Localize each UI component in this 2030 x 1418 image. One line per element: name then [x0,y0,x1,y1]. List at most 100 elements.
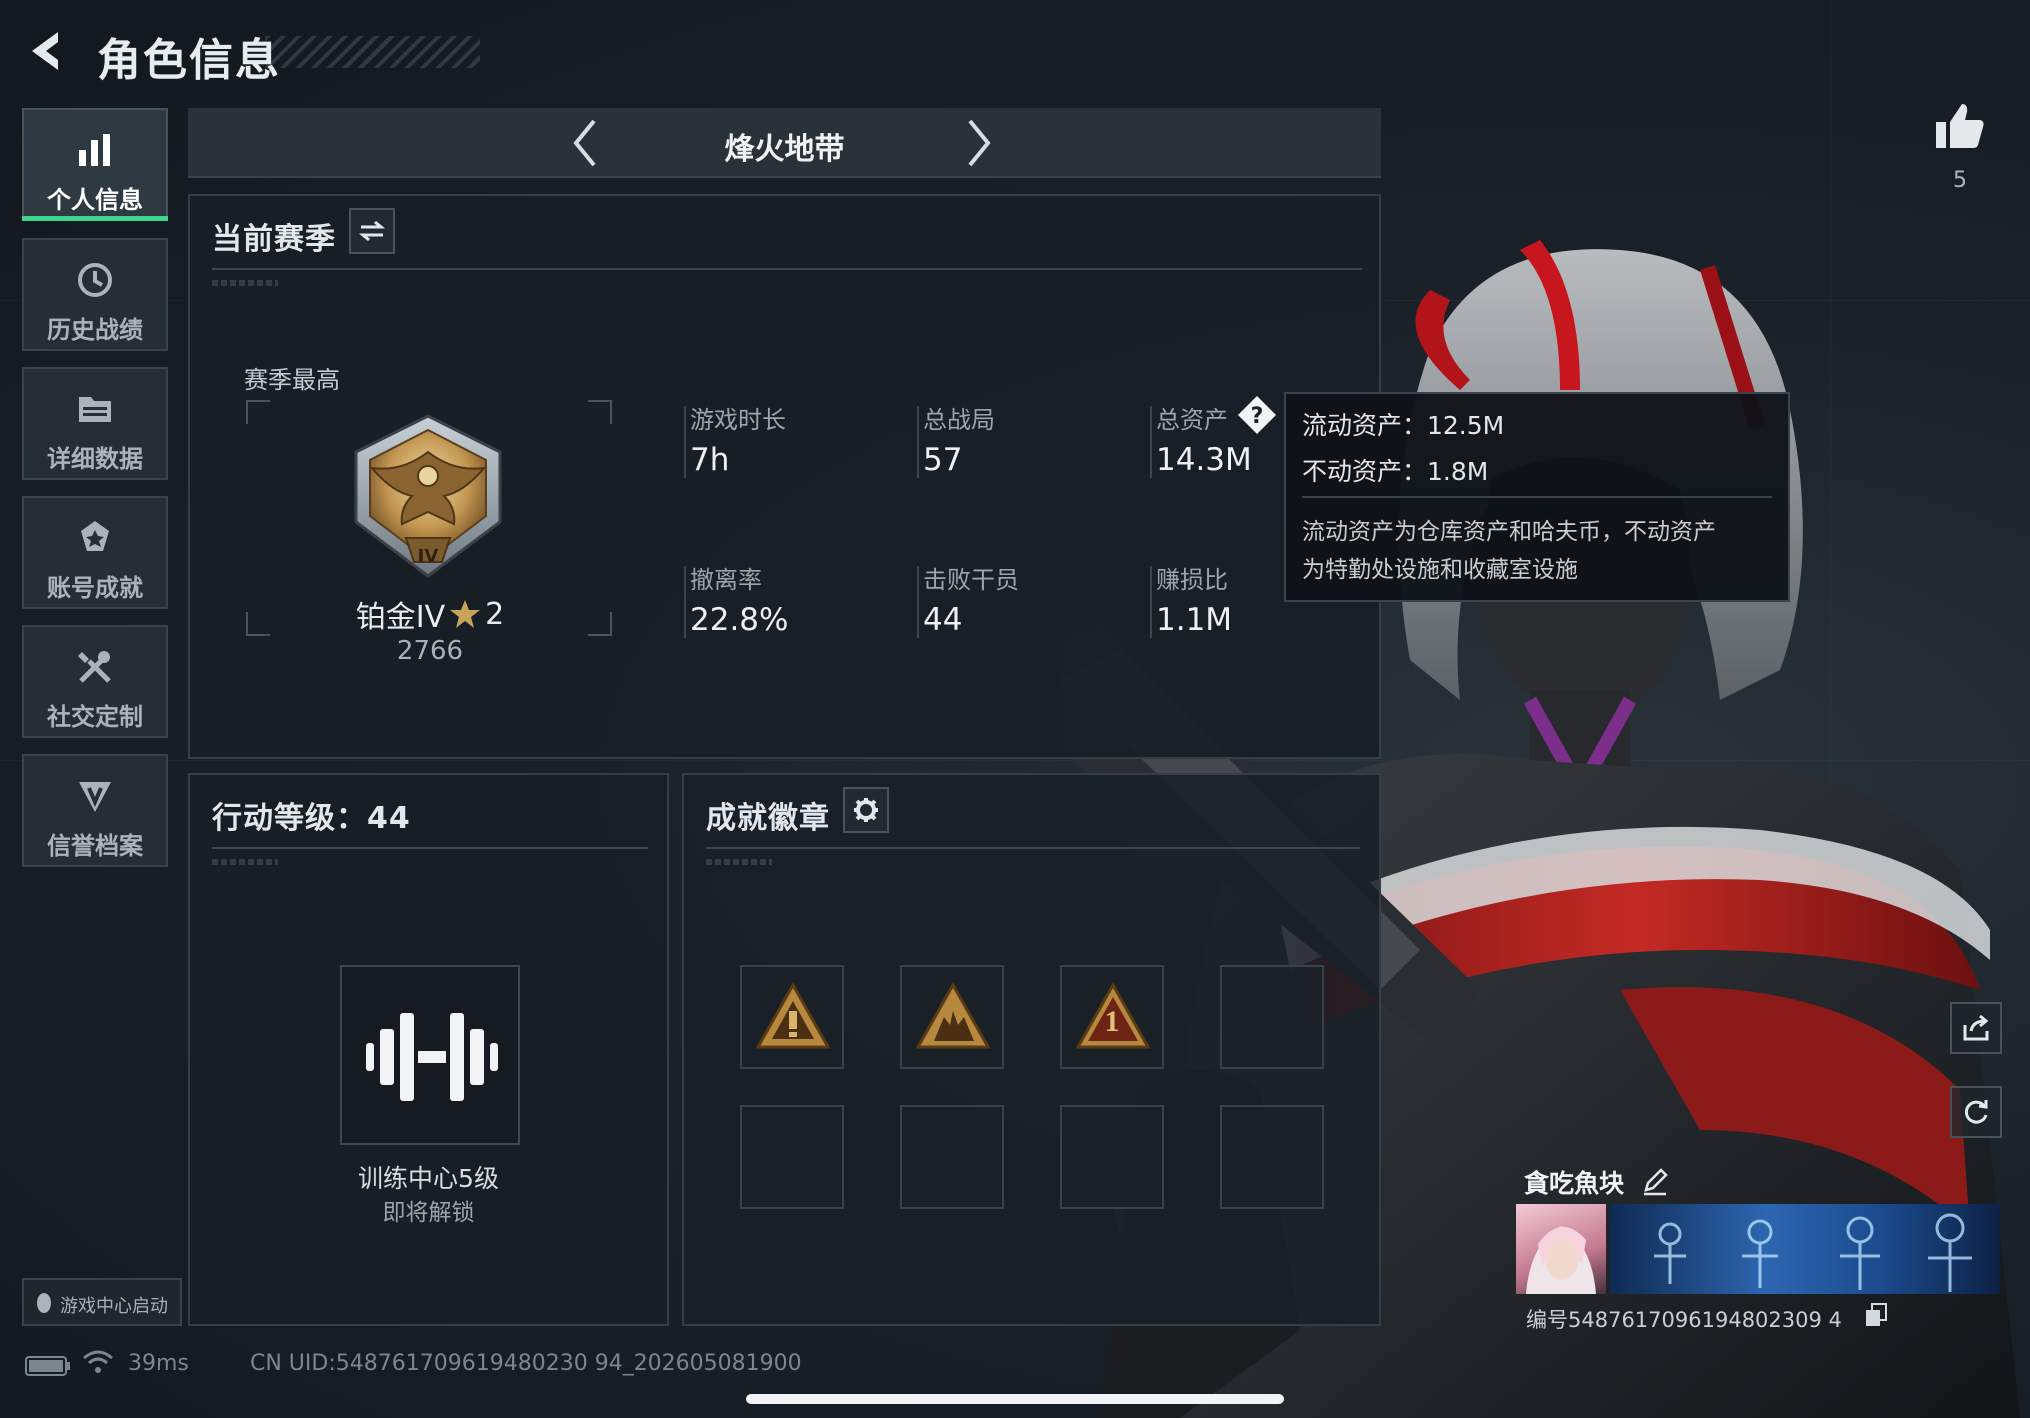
tooltip-fixed-assets: 不动资产：1.8M [1302,457,1489,486]
sidebar-item-label: 历史战绩 [47,316,143,344]
training-center-slot[interactable] [340,965,520,1145]
avatar[interactable] [1516,1204,1606,1294]
stat-divider [1150,566,1152,638]
rank-label: 铂金IV 2 [350,592,510,636]
stat-value-extract-rate: 22.8% [690,602,789,638]
action-level-title: 行动等级：44 [212,801,411,836]
season-best-label: 赛季最高 [244,366,340,394]
sidebar-item-credit[interactable]: 信誉档案 [22,754,168,867]
badge-slot-empty[interactable] [1060,1105,1164,1209]
credit-shield-icon [24,774,166,818]
badge-slot[interactable] [740,965,844,1069]
back-arrow-icon[interactable] [22,26,72,76]
assets-tooltip: 流动资产：12.5M 不动资产：1.8M 流动资产为仓库资产和哈夫币，不动资产 … [1284,392,1790,602]
badge-slot-empty[interactable] [740,1105,844,1209]
divider-deco [212,859,278,865]
training-center-status: 即将解锁 [382,1200,475,1226]
stat-divider [917,566,919,638]
badge-number-text: 1 [1104,1005,1120,1038]
training-center-name: 训练中心5级 [358,1164,499,1193]
edit-pencil-icon[interactable] [1640,1166,1670,1196]
sidebar-item-label: 信誉档案 [47,832,143,860]
divider-deco [706,859,772,865]
share-icon [1963,1014,1989,1041]
frame-corner [246,400,270,424]
svg-text:?: ? [1251,404,1264,429]
tooltip-divider [1302,496,1772,498]
stat-divider [684,566,686,638]
stat-divider [917,406,919,478]
badge-slot[interactable]: 1 [1060,965,1164,1069]
game-selector: 烽火地带 [188,108,1381,178]
refresh-icon [1964,1100,1988,1124]
game-center-launch-chip[interactable]: 游戏中心启动 [22,1278,182,1326]
sidebar-item-detail-data[interactable]: 详细数据 [22,367,168,480]
season-switch-button[interactable] [349,208,395,254]
thumbs-up-icon[interactable] [1934,100,1986,152]
sidebar-item-label: 个人信息 [47,186,143,214]
stat-label-kills: 击败干员 [923,566,1019,594]
gear-icon [854,798,878,822]
help-diamond-icon[interactable]: ? [1236,394,1278,436]
stat-divider [684,406,686,478]
badges-title: 成就徽章 [706,801,830,836]
skeleton-banner-art [1654,1213,1972,1292]
rank-name: 铂金IV [355,600,446,635]
stat-label-extract-rate: 撤离率 [690,566,762,594]
refresh-button[interactable] [1950,1086,2002,1138]
rank-stars: 2 [485,596,505,632]
tooltip-liquid-assets: 流动资产：12.5M [1302,411,1505,440]
achievement-icon [24,516,166,560]
battery-icon [25,1356,70,1376]
sidebar-item-personal-info[interactable]: 个人信息 [22,108,168,221]
title-decoration [265,36,480,68]
frame-corner [588,400,612,424]
swap-arrows-icon [359,220,385,242]
tools-icon [24,645,166,689]
stat-value-profit-ratio: 1.1M [1156,602,1233,638]
penguin-icon [37,1293,51,1313]
star-icon [450,600,481,628]
share-button[interactable] [1950,1002,2002,1054]
action-level-panel: 行动等级：44 训练中心5级 即将解锁 [188,773,669,1326]
sidebar-item-label: 详细数据 [47,445,143,473]
rank-emblem-text: IV [417,546,439,567]
launch-label: 游戏中心启动 [60,1296,168,1317]
badge-slot-empty[interactable] [900,1105,1004,1209]
player-name: 貪吃魚块 [1524,1169,1625,1198]
ping-text: 39ms [128,1351,189,1376]
frame-corner [588,612,612,636]
badges-panel: 成就徽章 1 [682,773,1381,1326]
stat-value-kills: 44 [923,602,963,638]
sidebar-item-history[interactable]: 历史战绩 [22,238,168,351]
copy-icon[interactable] [1864,1302,1890,1328]
badge-slot[interactable] [900,965,1004,1069]
season-panel: 当前赛季 赛季最高 IV 铂金IV 2 2766 游戏时长 7h 总战局 57 … [188,194,1381,759]
wifi-icon [83,1350,113,1373]
frame-corner [246,612,270,636]
badge-slot-empty[interactable] [1220,1105,1324,1209]
divider-deco [212,280,278,286]
stat-label-profit-ratio: 赚损比 [1156,566,1228,594]
sidebar-item-social[interactable]: 社交定制 [22,625,168,738]
game-name: 烽火地带 [724,132,845,167]
player-id: 编号5487617096194802309 4 [1526,1308,1842,1332]
tooltip-description-line1: 流动资产为仓库资产和哈夫币，不动资产 [1302,519,1716,545]
fighters-triangle-badge-icon [915,981,991,1049]
sidebar-item-achievements[interactable]: 账号成就 [22,496,168,609]
tooltip-description-line2: 为特勤处设施和收藏室设施 [1302,557,1578,583]
season-title: 当前赛季 [212,222,336,257]
next-game-icon[interactable] [964,118,994,168]
divider [706,847,1360,849]
home-indicator[interactable] [746,1394,1284,1404]
badge-settings-button[interactable] [843,787,889,833]
divider [212,847,648,849]
avatar-portrait-icon [1526,1226,1596,1294]
stat-value-playtime: 7h [690,442,730,478]
stat-label-total-assets: 总资产 [1156,406,1228,434]
badge-slot-empty[interactable] [1220,965,1324,1069]
bar-chart-icon [24,128,166,172]
name-card-banner[interactable] [1610,1204,2000,1294]
stat-label-total-matches: 总战局 [923,406,995,434]
stat-label-playtime: 游戏时长 [690,406,786,434]
